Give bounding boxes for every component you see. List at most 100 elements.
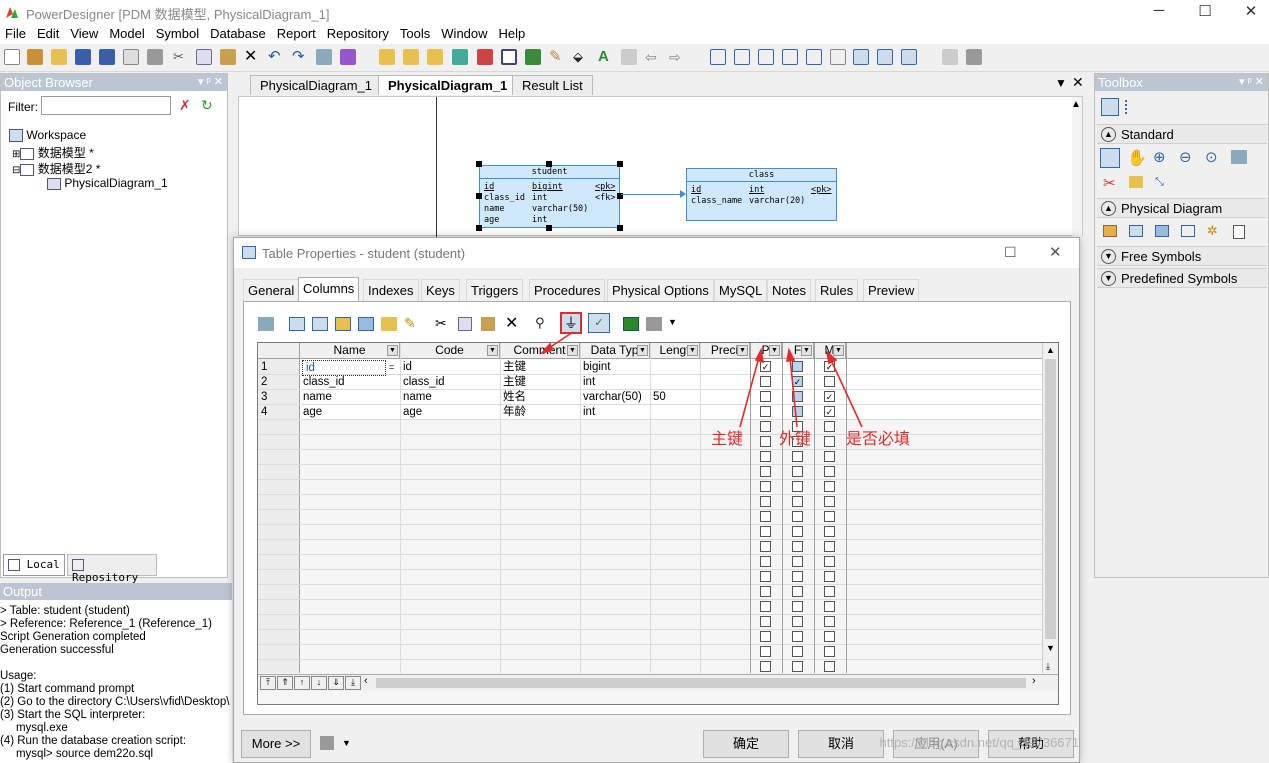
- list-view-icon[interactable]: [1125, 100, 1139, 114]
- tab-list-icon[interactable]: ▼: [1055, 76, 1067, 90]
- menu-model[interactable]: Model: [104, 24, 150, 44]
- filter-input[interactable]: [41, 96, 171, 115]
- menu-database[interactable]: Database: [205, 24, 272, 44]
- minimize-button[interactable]: ─: [1136, 2, 1182, 22]
- tab-local[interactable]: Local: [3, 554, 65, 576]
- model1-node[interactable]: ⊞ 数据模型 *: [12, 144, 94, 161]
- collapse-icon[interactable]: ⊟: [12, 165, 20, 176]
- maximize-button[interactable]: ☐: [1182, 2, 1228, 22]
- toolbox-section-standard[interactable]: ▲ Standard: [1097, 124, 1267, 144]
- toolbox-section-physical-diagram[interactable]: ▲ Physical Diagram: [1097, 198, 1267, 218]
- clear-filter-icon[interactable]: ✗: [179, 97, 191, 114]
- link-tool-icon[interactable]: ⤡: [1155, 176, 1164, 189]
- layout4-icon[interactable]: [782, 49, 798, 65]
- file-tool-icon[interactable]: [1233, 225, 1245, 239]
- reference-tool-icon[interactable]: [1181, 225, 1195, 237]
- comment-icon[interactable]: [877, 49, 893, 65]
- table-tool-icon[interactable]: [1129, 225, 1143, 237]
- class-table-symbol[interactable]: class id int <pk> class_name varchar(20): [686, 168, 837, 221]
- print-options-dropdown-icon[interactable]: ▼: [342, 738, 351, 748]
- tab-physical-diagram-active[interactable]: PhysicalDiagram_1: [378, 75, 518, 95]
- window-icon[interactable]: [501, 49, 517, 65]
- tab-rules[interactable]: Rules: [815, 279, 859, 302]
- tab-procedures[interactable]: Procedures: [529, 279, 606, 302]
- selection-handle[interactable]: [546, 161, 552, 167]
- font-color-icon[interactable]: A: [598, 49, 614, 65]
- open-icon[interactable]: [51, 49, 67, 65]
- print-icon[interactable]: [147, 49, 163, 65]
- output-icon[interactable]: [403, 49, 419, 65]
- tab-triggers[interactable]: Triggers: [466, 279, 524, 302]
- menu-tools[interactable]: Tools: [395, 24, 436, 44]
- tab-physical-options[interactable]: Physical Options: [607, 279, 714, 302]
- menu-window[interactable]: Window: [436, 24, 493, 44]
- selection-handle[interactable]: [546, 225, 552, 231]
- layout2-icon[interactable]: [734, 49, 750, 65]
- print-options-icon[interactable]: [320, 736, 334, 750]
- save-icon[interactable]: [75, 49, 91, 65]
- delete-icon[interactable]: ✕: [244, 49, 260, 65]
- selection-handle[interactable]: [617, 161, 623, 167]
- model-icon[interactable]: [340, 49, 356, 65]
- tab-notes[interactable]: Notes: [767, 279, 811, 302]
- refresh-filter-icon[interactable]: ↻: [201, 97, 213, 114]
- reference-line[interactable]: [621, 194, 681, 195]
- copy-icon[interactable]: [196, 49, 212, 65]
- layout5-icon[interactable]: [806, 49, 822, 65]
- tab-physical-diagram-1[interactable]: PhysicalDiagram_1: [250, 75, 382, 95]
- fill-icon[interactable]: ⬙: [573, 49, 589, 65]
- menu-help[interactable]: Help: [494, 24, 532, 44]
- database-icon[interactable]: [525, 49, 541, 65]
- package-tool-icon[interactable]: [1103, 225, 1117, 237]
- zoom-fit-icon[interactable]: ⊙: [1205, 148, 1218, 166]
- selection-handle[interactable]: [476, 225, 482, 231]
- diagram-node[interactable]: PhysicalDiagram_1: [47, 176, 168, 190]
- workspace-node[interactable]: Workspace: [9, 128, 86, 143]
- dialog-maximize-button[interactable]: ☐: [1004, 244, 1017, 261]
- print-preview-icon[interactable]: [123, 49, 139, 65]
- save-all-icon[interactable]: [99, 49, 115, 65]
- tab-keys[interactable]: Keys: [421, 279, 460, 302]
- tab-result-list[interactable]: Result List: [512, 75, 593, 95]
- menu-file[interactable]: File: [0, 24, 32, 44]
- tab-general[interactable]: General: [243, 279, 300, 302]
- print-setup-icon[interactable]: [942, 49, 958, 65]
- selection-handle[interactable]: [617, 225, 623, 231]
- zoom-in-icon[interactable]: ⊕: [1153, 148, 1166, 166]
- ok-button[interactable]: 确定: [703, 730, 789, 758]
- pencil-icon[interactable]: ✎: [549, 49, 565, 65]
- list-icon[interactable]: [901, 49, 917, 65]
- zoom-icon[interactable]: [853, 49, 869, 65]
- arrow-left-icon[interactable]: ⇦: [645, 49, 661, 65]
- panel-pin-icon[interactable]: ▾ ᵖ ✕: [198, 75, 223, 88]
- tab-mysql[interactable]: MySQL: [714, 279, 768, 302]
- redo-icon[interactable]: ↷: [292, 49, 308, 65]
- menu-edit[interactable]: Edit: [32, 24, 65, 44]
- layout6-icon[interactable]: [830, 49, 846, 65]
- more-button[interactable]: More >>: [241, 730, 311, 758]
- selection-handle[interactable]: [476, 161, 482, 167]
- close-button[interactable]: ✕: [1228, 2, 1269, 22]
- layout3-icon[interactable]: [758, 49, 774, 65]
- menu-repository[interactable]: Repository: [322, 24, 395, 44]
- result-icon[interactable]: [427, 49, 443, 65]
- expand-icon[interactable]: ⊞: [12, 149, 20, 160]
- scroll-up-icon[interactable]: ▲: [1071, 99, 1081, 110]
- menu-symbol[interactable]: Symbol: [151, 24, 205, 44]
- toolbox-section-free-symbols[interactable]: ▼ Free Symbols: [1097, 246, 1267, 266]
- refresh-icon[interactable]: [452, 49, 468, 65]
- model2-node[interactable]: ⊟ 数据模型2 *: [12, 160, 100, 177]
- new-model-icon[interactable]: [27, 49, 43, 65]
- view-tool-icon[interactable]: [1155, 225, 1169, 237]
- align-icon[interactable]: [621, 49, 637, 65]
- browser-icon[interactable]: [379, 49, 395, 65]
- menu-report[interactable]: Report: [272, 24, 322, 44]
- panel-pin-icon[interactable]: ▾ ᵖ ✕: [1239, 75, 1264, 88]
- paste-tool-icon[interactable]: [1129, 176, 1143, 188]
- procedure-tool-icon[interactable]: ✲: [1207, 223, 1218, 239]
- properties-icon[interactable]: [316, 49, 332, 65]
- properties-tool-icon[interactable]: [1231, 150, 1247, 164]
- hand-tool-icon[interactable]: ✋: [1127, 148, 1147, 168]
- tab-repository[interactable]: Repository: [67, 554, 157, 584]
- menu-view[interactable]: View: [65, 24, 104, 44]
